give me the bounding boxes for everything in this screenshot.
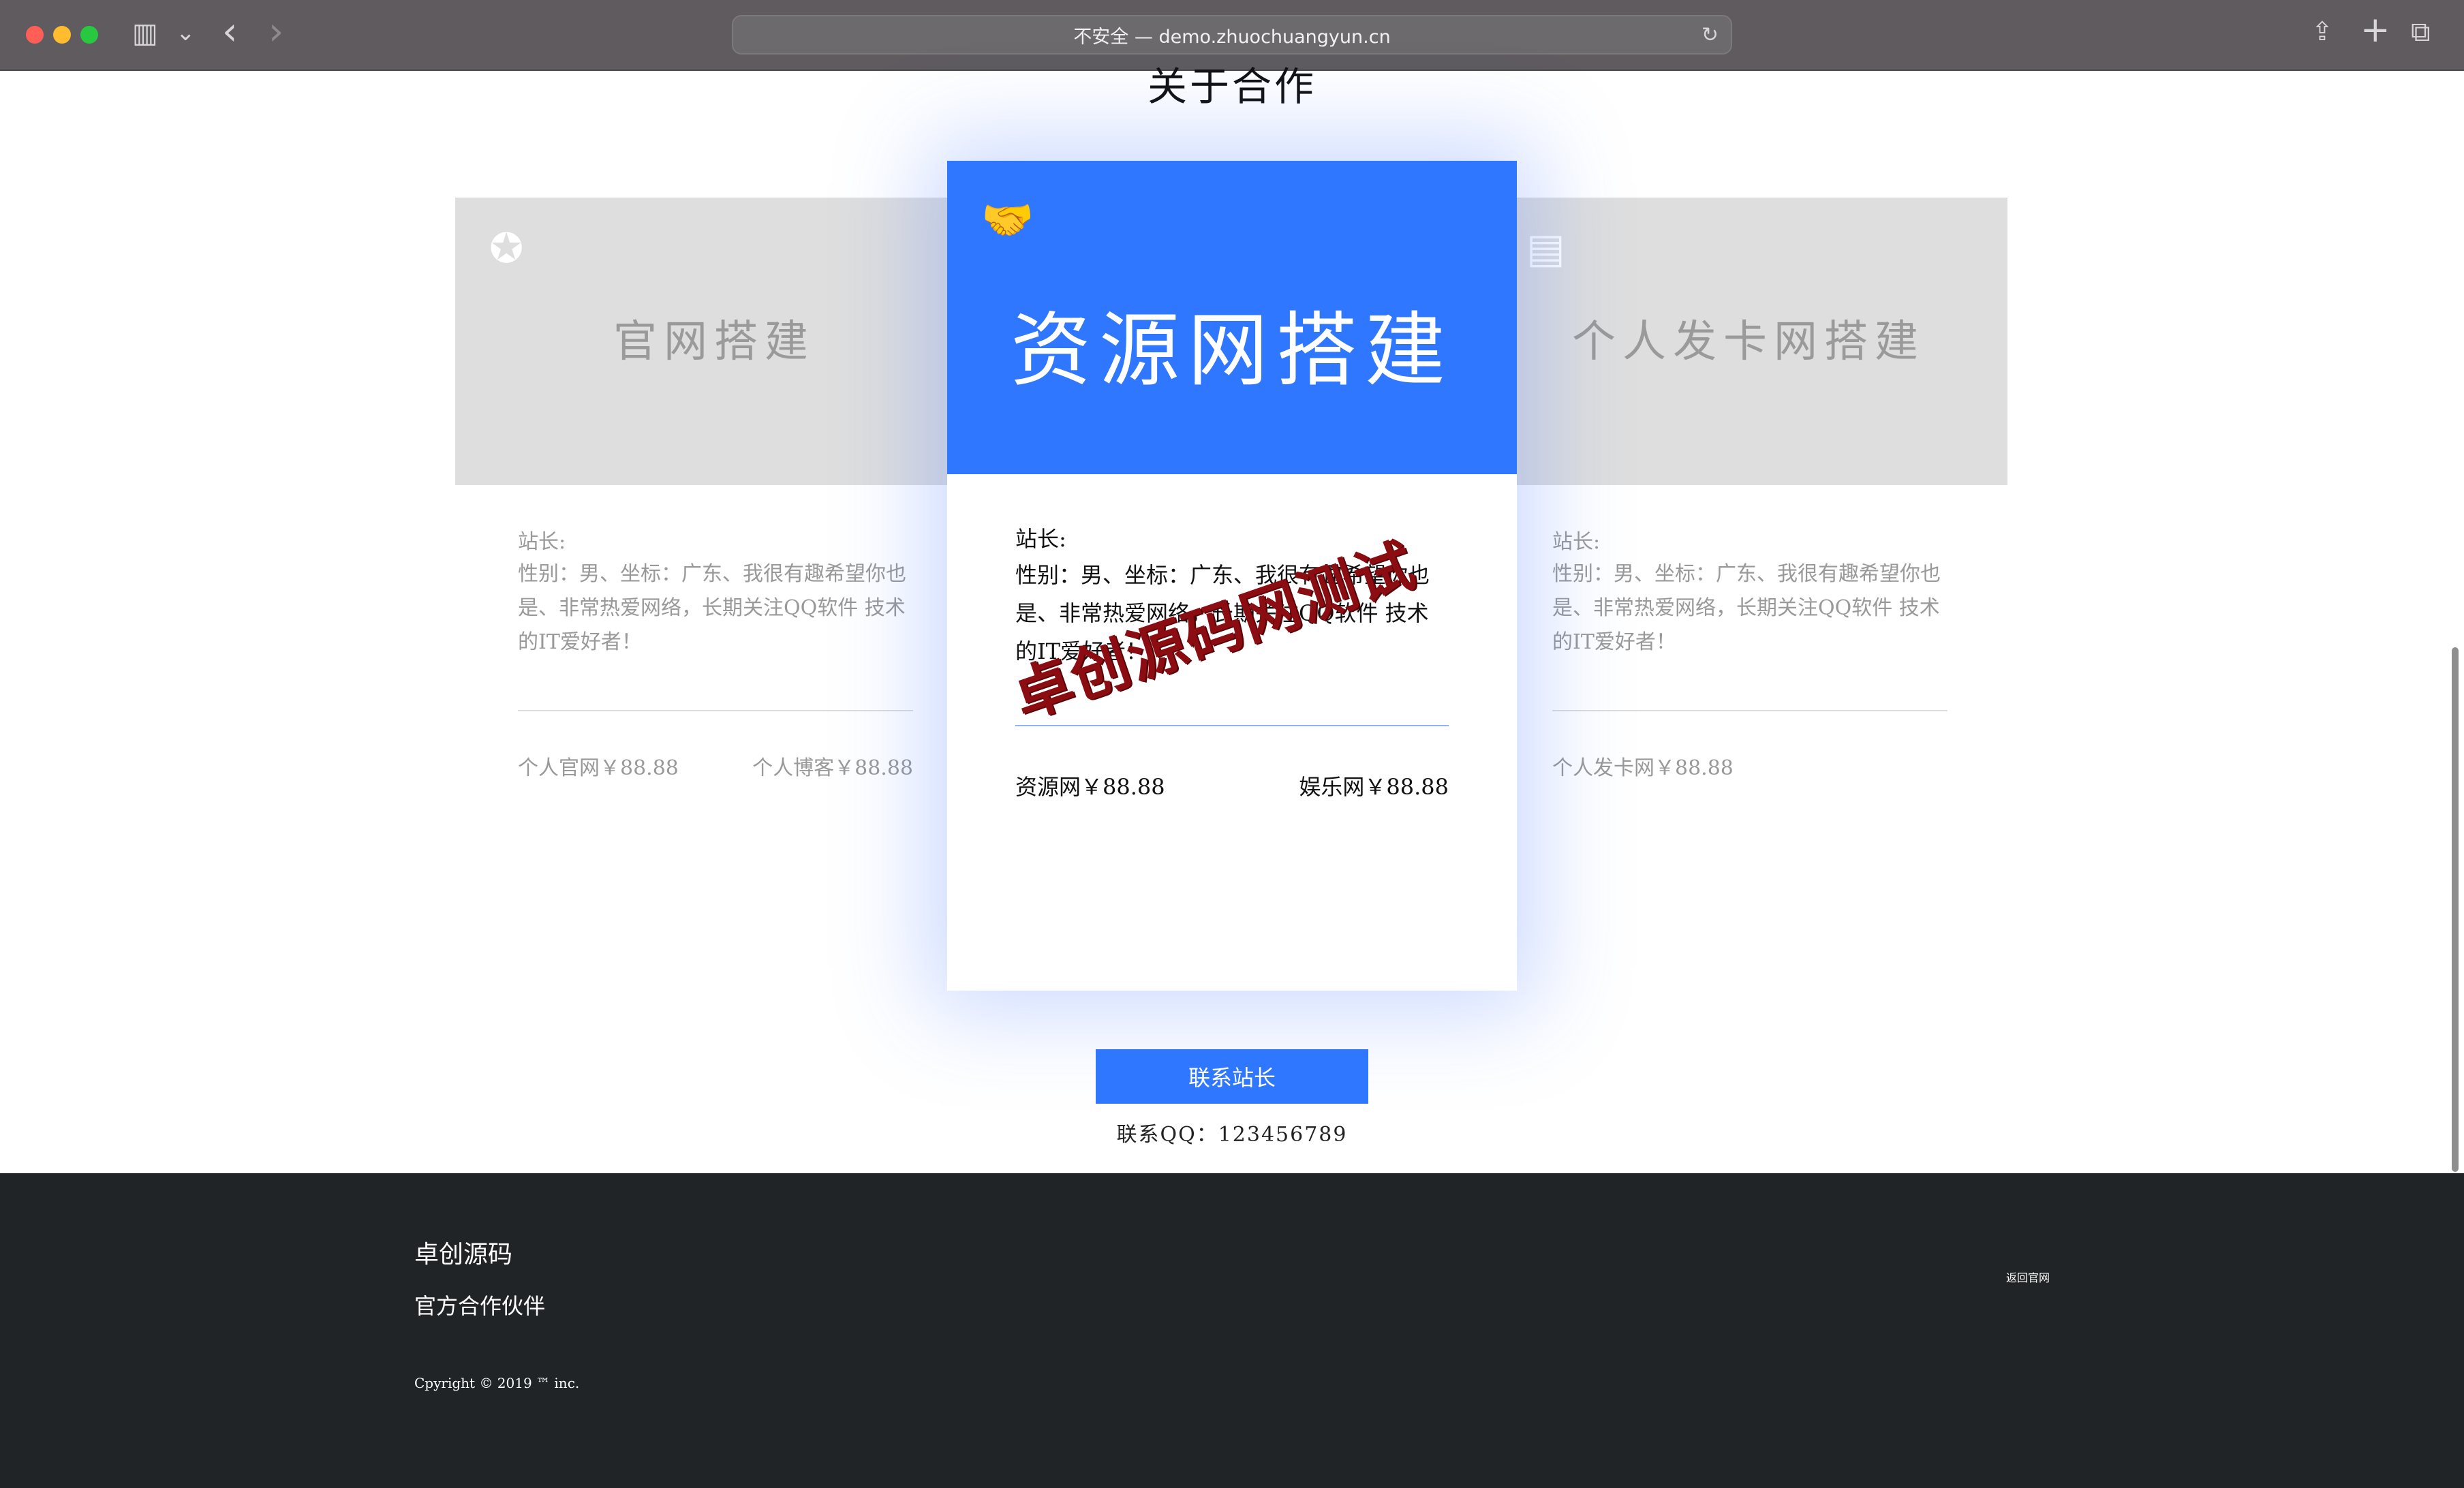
divider [1015, 725, 1449, 726]
price-item: 娱乐网￥88.88 [1299, 774, 1449, 800]
address-text: 不安全 — demo.zhuochuangyun.cn [1073, 26, 1391, 48]
sidebar-toggle-icon[interactable]: ▥ [132, 18, 158, 49]
new-tab-icon[interactable]: + [2360, 10, 2390, 50]
chevron-down-icon[interactable]: ⌄ [176, 19, 196, 46]
contact-owner-button[interactable]: 联系站长 [1096, 1049, 1368, 1104]
tab-overview-icon[interactable]: ⧉ [2411, 16, 2431, 48]
section-title: 关于合作 [1147, 63, 1316, 110]
reload-icon[interactable]: ↻ [1701, 23, 1719, 47]
price-row: 个人官网￥88.88 个人博客￥88.88 [518, 751, 913, 781]
footer-partner-link[interactable]: 官方合作伙伴 [414, 1289, 545, 1320]
page-scrollbar[interactable] [2452, 647, 2459, 1172]
address-bar[interactable]: 不安全 — demo.zhuochuangyun.cn ↻ [732, 15, 1732, 55]
plan-card-header: ▤ 个人发卡网搭建 [1490, 198, 2007, 485]
plan-card-title: 资源网搭建 [1010, 303, 1453, 397]
plan-card-official-site: ✪ 官网搭建 站长: 性别：男、坐标：广东、我很有趣希望你也是、非常热爱网络，长… [455, 198, 973, 780]
back-to-official-link[interactable]: 返回官网 [2006, 1269, 2050, 1285]
footer-copyright: Cpyright © 2019 ™ inc. [414, 1375, 580, 1391]
plan-card-title: 个人发卡网搭建 [1572, 317, 1925, 367]
forward-icon[interactable]: › [268, 10, 283, 54]
handshake-icon: 🤝 [981, 195, 1034, 245]
price-row: 资源网￥88.88 娱乐网￥88.88 [1015, 770, 1449, 801]
price-row: 个人发卡网￥88.88 [1552, 751, 1947, 781]
zoom-window-button[interactable] [80, 26, 98, 44]
minimize-window-button[interactable] [53, 26, 71, 44]
plan-card-header: 🤝 资源网搭建 [947, 161, 1517, 474]
share-icon[interactable]: ⇪ [2311, 16, 2333, 46]
footer-brand: 卓创源码 [414, 1241, 513, 1269]
price-item: 资源网￥88.88 [1015, 774, 1165, 800]
owner-description: 性别：男、坐标：广东、我很有趣希望你也是、非常热爱网络，长期关注QQ软件 技术的… [1552, 562, 1941, 654]
price-item: 个人发卡网￥88.88 [1552, 756, 1734, 780]
divider [518, 710, 913, 711]
site-footer: 卓创源码 官方合作伙伴 Cpyright © 2019 ™ inc. 返回官网 [0, 1173, 2464, 1488]
price-item: 个人博客￥88.88 [752, 756, 913, 780]
close-window-button[interactable] [26, 26, 44, 44]
divider [1552, 710, 1947, 711]
owner-label: 站长: [1552, 530, 1601, 554]
contact-qq-text: 联系QQ：123456789 [1116, 1123, 1348, 1147]
award-icon: ✪ [489, 225, 524, 273]
building-icon: ▤ [1526, 225, 1565, 273]
plan-card-body: 站长: 性别：男、坐标：广东、我很有趣希望你也是、非常热爱网络，长期关注QQ软件… [518, 525, 913, 781]
plan-card-header: ✪ 官网搭建 [455, 198, 973, 485]
plan-card-body: 站长: 性别：男、坐标：广东、我很有趣希望你也是、非常热爱网络，长期关注QQ软件… [1552, 525, 1947, 781]
price-item: 个人官网￥88.88 [518, 756, 679, 780]
owner-label: 站长: [518, 530, 566, 554]
owner-description: 性别：男、坐标：广东、我很有趣希望你也是、非常热爱网络，长期关注QQ软件 技术的… [518, 562, 906, 654]
plan-card-title: 官网搭建 [613, 317, 815, 367]
back-icon[interactable]: ‹ [222, 10, 237, 54]
plan-card-card-shop: ▤ 个人发卡网搭建 站长: 性别：男、坐标：广东、我很有趣希望你也是、非常热爱网… [1490, 198, 2007, 780]
